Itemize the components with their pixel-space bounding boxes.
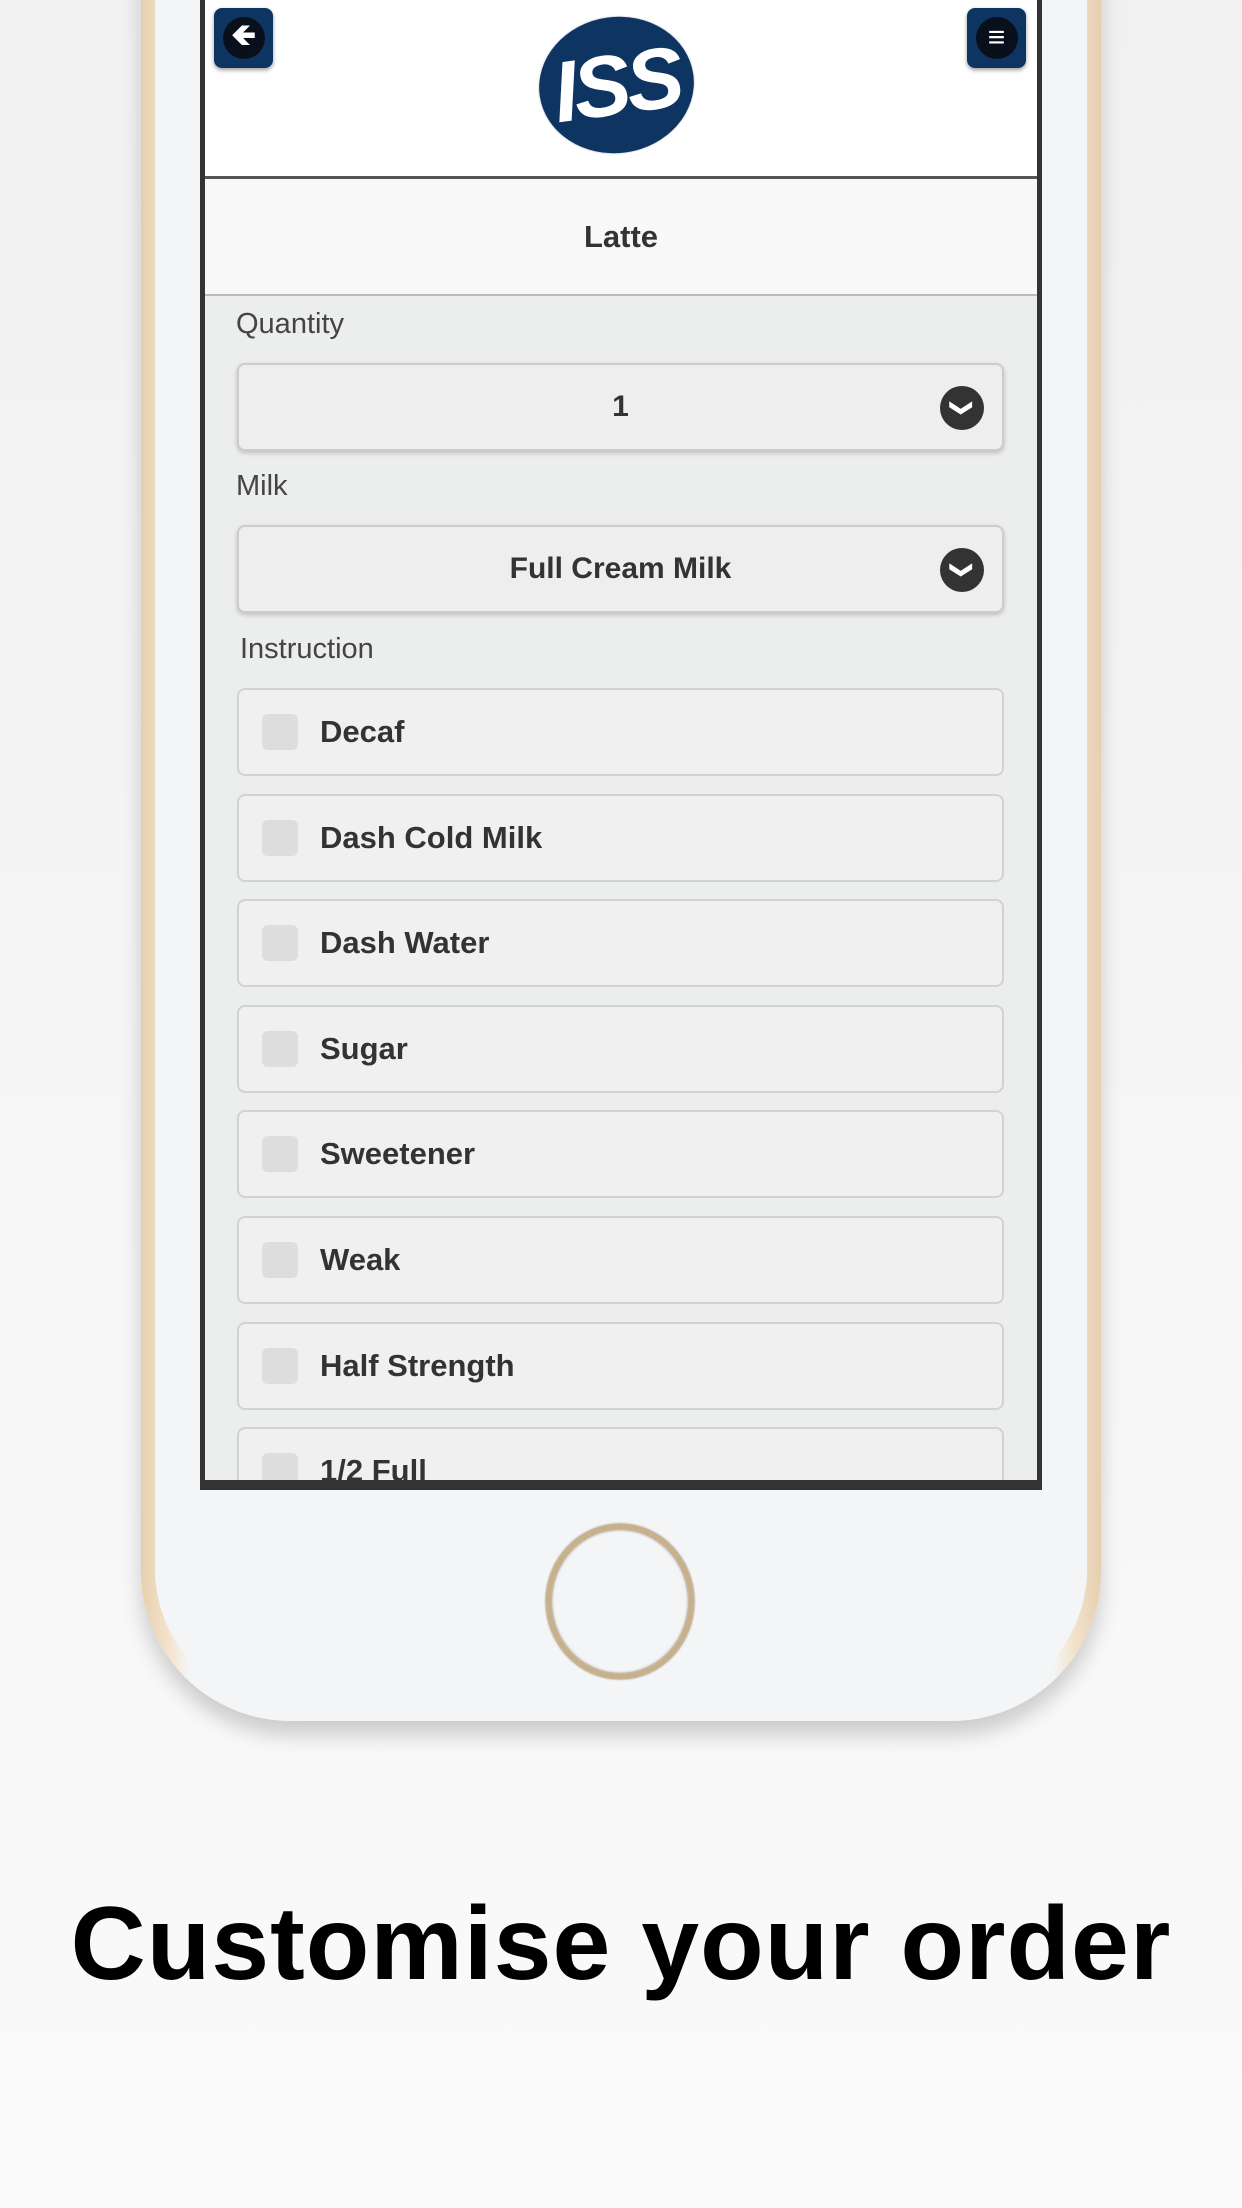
instruction-checkbox-item[interactable]: Sugar [237,1004,1004,1093]
instruction-checkbox-item[interactable]: Dash Cold Milk [237,793,1004,882]
checkbox-label: Sugar [320,1030,408,1066]
app-header: 🡸 ISS ≡ [205,0,1037,179]
phone-screen: 🡸 ISS ≡ Latte Quantity 1 ❯ Milk Full Cre… [200,0,1042,1490]
milk-label: Milk [236,470,288,502]
quantity-label: Quantity [236,308,344,340]
caption: Customise your order [70,1886,1172,2002]
instruction-checkbox-item[interactable]: Half Strength [237,1321,1004,1410]
quantity-value: 1 [612,390,629,423]
checkbox-label: 1/2 Full [320,1453,427,1480]
instruction-checkbox-item[interactable]: Dash Water [237,899,1004,988]
iss-logo: ISS [530,6,703,164]
checkbox-label: Dash Cold Milk [320,819,543,855]
checkbox[interactable] [262,1136,298,1173]
checkbox-label: Half Strength [320,1347,515,1383]
checkbox[interactable] [262,1030,298,1067]
instruction-checkbox-item[interactable]: Decaf [237,688,1004,776]
checkbox-label: Dash Water [320,925,490,961]
checkbox-label: Decaf [320,714,405,749]
checkbox[interactable] [262,1453,298,1480]
instruction-label: Instruction [240,633,374,665]
instruction-checkbox-item[interactable]: Sweetener [237,1110,1004,1199]
page-title: Latte [205,179,1037,296]
arrow-left-icon: 🡸 [222,17,265,59]
checkbox[interactable] [262,819,298,856]
menu-button[interactable]: ≡ [967,8,1026,68]
home-button [546,1524,694,1679]
quantity-select[interactable]: 1 ❯ [237,363,1004,451]
hamburger-menu-icon: ≡ [975,17,1018,59]
checkbox[interactable] [262,1347,298,1384]
milk-select[interactable]: Full Cream Milk ❯ [237,525,1004,613]
chevron-down-icon: ❯ [940,548,984,592]
checkbox[interactable] [262,714,298,750]
instruction-checkbox-item[interactable]: Weak [237,1216,1004,1304]
back-button[interactable]: 🡸 [214,8,273,68]
checkbox[interactable] [262,925,298,962]
checkbox-label: Sweetener [320,1136,476,1172]
checkbox[interactable] [262,1242,298,1278]
milk-value: Full Cream Milk [509,552,732,585]
checkbox-label: Weak [320,1242,401,1277]
instruction-checkbox-item[interactable]: 1/2 Full [237,1427,1004,1480]
chevron-down-icon: ❯ [940,386,984,430]
